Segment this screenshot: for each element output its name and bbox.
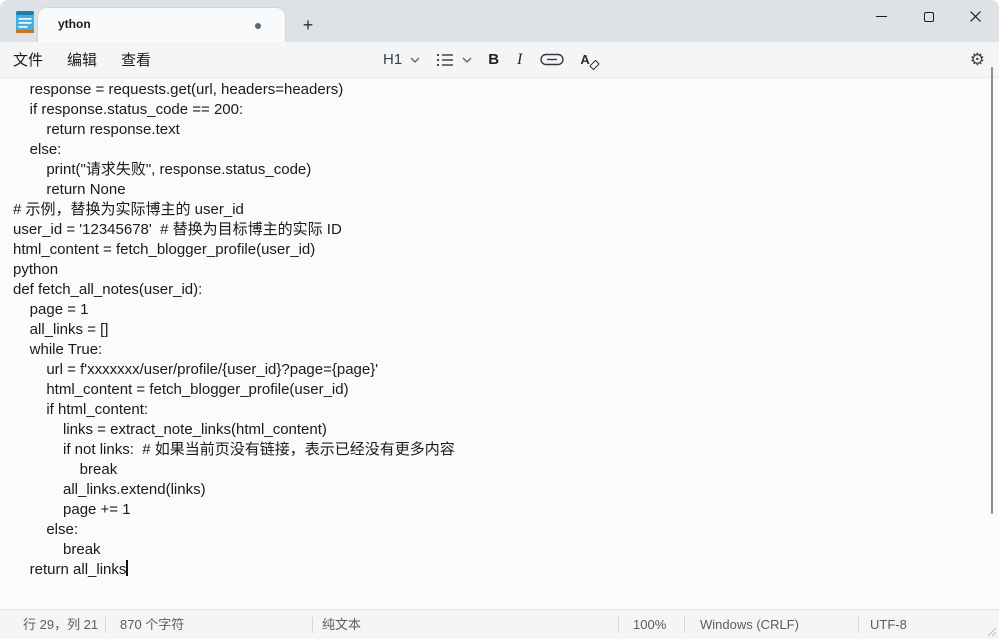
menu-list: 文件 编辑 查看 <box>13 42 151 77</box>
chevron-down-icon <box>410 57 420 63</box>
status-divider <box>858 617 859 633</box>
line-ending: Windows (CRLF) <box>700 617 799 632</box>
zoom-level: 100% <box>633 617 667 632</box>
statusbar: 行 29，列 21 870 个字符 纯文本 100% Windows (CRLF… <box>0 609 999 639</box>
italic-button[interactable]: I <box>515 51 524 69</box>
tab-label: ython <box>58 17 91 31</box>
titlebar: ython + <box>0 0 999 42</box>
maximize-icon <box>923 11 934 22</box>
text-caret <box>126 560 128 576</box>
notepad-app-icon <box>13 9 37 35</box>
maximize-button[interactable] <box>905 0 952 33</box>
character-count: 870 个字符 <box>120 617 185 632</box>
vertical-scrollbar-thumb[interactable] <box>990 67 993 514</box>
resize-grip[interactable] <box>985 625 997 637</box>
unsaved-indicator-dot <box>255 23 261 29</box>
editor-caret-line: return all_links <box>13 561 127 578</box>
bold-button[interactable]: B <box>488 51 499 68</box>
bold-label: B <box>488 51 500 68</box>
cursor-position: 行 29，列 21 <box>23 617 99 632</box>
encoding: UTF-8 <box>870 617 907 632</box>
menu-edit[interactable]: 编辑 <box>67 49 97 70</box>
close-button[interactable] <box>952 0 999 33</box>
menubar: 文件 编辑 查看 H1 B I A ⚙ <box>0 42 999 78</box>
minimize-button[interactable] <box>858 0 905 33</box>
menu-file[interactable]: 文件 <box>13 49 43 70</box>
document-mode: 纯文本 <box>322 617 362 632</box>
bullet-list-icon <box>437 53 454 66</box>
status-divider <box>684 617 685 633</box>
editor-text: response = requests.get(url, headers=hea… <box>13 81 455 558</box>
settings-gear-icon[interactable]: ⚙ <box>970 50 985 70</box>
menu-view[interactable]: 查看 <box>121 49 151 70</box>
link-button[interactable] <box>540 53 565 66</box>
close-icon <box>970 11 981 22</box>
link-icon <box>540 53 565 66</box>
status-divider <box>312 617 313 633</box>
status-divider <box>618 617 619 633</box>
notepad-window: ython + 文件 编辑 查看 H1 B I A ⚙ response = r… <box>0 0 999 639</box>
new-tab-button[interactable]: + <box>294 12 322 38</box>
status-divider <box>105 617 106 633</box>
minimize-icon <box>876 16 887 17</box>
tab-ython[interactable]: ython <box>38 8 285 42</box>
window-controls <box>858 0 999 33</box>
heading-button[interactable]: H1 <box>383 51 420 68</box>
formatting-toolbar: H1 B I A <box>383 42 601 77</box>
list-button[interactable] <box>436 53 472 67</box>
heading-label: H1 <box>383 51 403 68</box>
editor-area: response = requests.get(url, headers=hea… <box>0 78 999 609</box>
clear-format-icon: A <box>580 51 601 70</box>
italic-label: I <box>517 50 523 68</box>
chevron-down-icon <box>462 57 472 63</box>
text-editor[interactable]: response = requests.get(url, headers=hea… <box>0 78 999 580</box>
clear-format-button[interactable]: A <box>580 51 601 70</box>
